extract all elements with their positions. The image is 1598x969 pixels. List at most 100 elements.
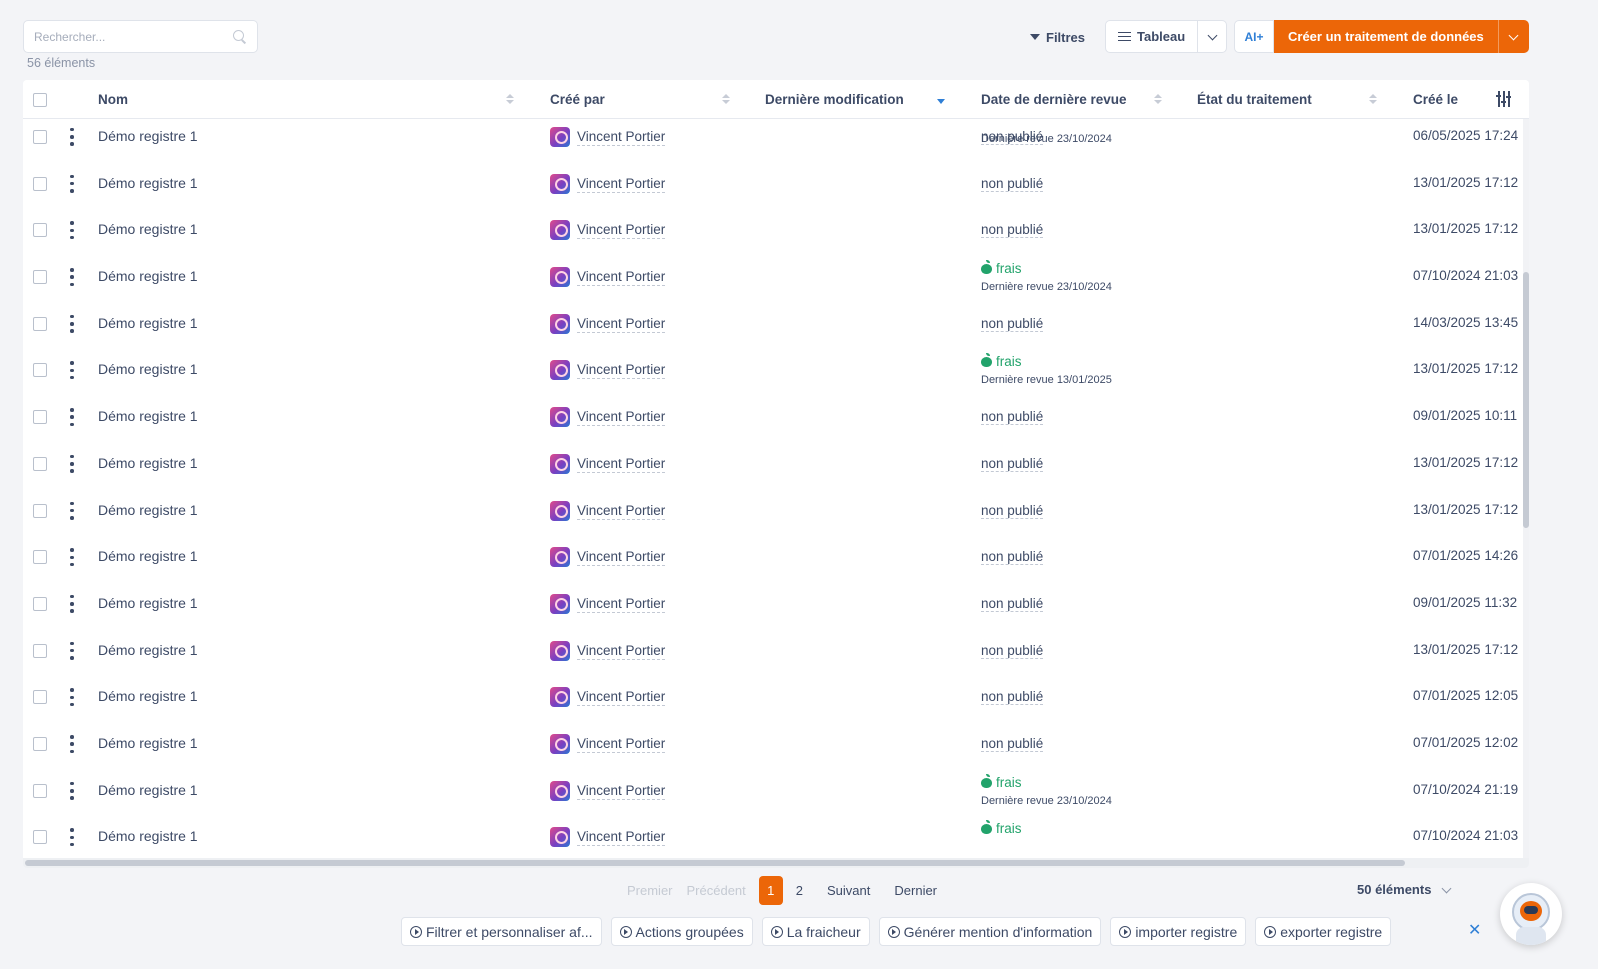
status-unpublished[interactable]: non publié (981, 455, 1044, 472)
user-name[interactable]: Vincent Portier (577, 595, 666, 613)
tour-freshness[interactable]: La fraicheur (761, 917, 870, 946)
row-checkbox[interactable] (33, 830, 47, 845)
view-selector[interactable]: Tableau (1105, 20, 1228, 53)
row-checkbox[interactable] (33, 223, 47, 238)
user-name[interactable]: Vincent Portier (577, 688, 666, 707)
page-last[interactable]: Dernier (887, 883, 944, 898)
page-size-select[interactable]: 50 éléments (1357, 882, 1452, 897)
row-checkbox[interactable] (33, 456, 47, 471)
row-name[interactable]: Démo registre 1 (98, 361, 198, 377)
close-icon[interactable]: ✕ (1468, 920, 1481, 940)
status-unpublished[interactable]: non publié (981, 689, 1044, 706)
status-fresh[interactable]: frais (981, 773, 1112, 791)
row-created-by[interactable]: Vincent Portier (550, 780, 666, 801)
row-checkbox[interactable] (33, 363, 47, 378)
view-dropdown-button[interactable] (1198, 21, 1226, 52)
table-row[interactable]: Démo registre 1 Vincent Portier non publié… (23, 394, 1523, 441)
row-name[interactable]: Démo registre 1 (98, 221, 198, 237)
status-unpublished[interactable]: non publié (981, 595, 1044, 612)
horizontal-scrollbar-thumb[interactable] (25, 860, 1405, 866)
row-name[interactable]: Démo registre 1 (98, 595, 198, 611)
row-menu-icon[interactable] (70, 221, 74, 240)
create-group[interactable]: Créer un traitement de données (1274, 20, 1529, 53)
sort-icon[interactable] (506, 94, 514, 105)
page-2[interactable]: 2 (789, 883, 810, 898)
table-row[interactable]: Démo registre 1 Vincent Portier non publié… (23, 487, 1523, 534)
row-checkbox[interactable] (33, 129, 47, 144)
table-row[interactable]: Démo registre 1 Vincent Portier frais Derni… (23, 254, 1523, 301)
column-settings-icon[interactable] (1496, 91, 1511, 107)
row-checkbox[interactable] (33, 176, 47, 191)
tour-export-register[interactable]: exporter registre (1255, 917, 1392, 946)
row-name[interactable]: Démo registre 1 (98, 455, 198, 471)
row-select-cell[interactable] (33, 783, 47, 798)
table-row[interactable]: Démo registre 1 Vincent Portier frais Derni… (23, 347, 1523, 394)
column-header-created-by[interactable]: Créé par (550, 80, 605, 119)
table-row[interactable]: Démo registre 1 Vincent Portier non publié… (23, 674, 1523, 721)
row-created-by[interactable]: Vincent Portier (550, 407, 666, 428)
column-header-created-on[interactable]: Créé le (1413, 80, 1458, 119)
table-row[interactable]: Démo registre 1 Vincent Portier non publié… (23, 721, 1523, 768)
row-checkbox[interactable] (33, 643, 47, 658)
row-menu-icon[interactable] (70, 314, 74, 333)
row-select-cell[interactable] (33, 550, 47, 565)
vertical-scrollbar-thumb[interactable] (1523, 272, 1529, 528)
status-unpublished[interactable]: non publié (981, 502, 1044, 519)
row-checkbox[interactable] (33, 737, 47, 752)
page-first[interactable]: Premier (620, 883, 680, 898)
row-select-cell[interactable] (33, 410, 47, 425)
row-name[interactable]: Démo registre 1 (98, 408, 198, 424)
row-name[interactable]: Démo registre 1 (98, 128, 198, 144)
assistant-avatar[interactable] (1500, 883, 1562, 945)
column-header-state[interactable]: État du traitement (1197, 80, 1312, 119)
row-checkbox[interactable] (33, 690, 47, 705)
status-unpublished[interactable]: non publié (981, 175, 1044, 192)
sort-icon[interactable] (1154, 94, 1162, 105)
row-menu-icon[interactable] (70, 735, 74, 754)
row-created-by[interactable]: Vincent Portier (550, 500, 666, 521)
row-name[interactable]: Démo registre 1 (98, 502, 198, 518)
tour-import-register[interactable]: importer registre (1110, 917, 1247, 946)
row-created-by[interactable]: Vincent Portier (550, 547, 666, 568)
row-checkbox[interactable] (33, 410, 47, 425)
row-menu-icon[interactable] (70, 361, 74, 380)
user-name[interactable]: Vincent Portier (577, 828, 666, 847)
row-created-by[interactable]: Vincent Portier (550, 126, 666, 147)
search-box[interactable] (23, 20, 258, 53)
row-name[interactable]: Démo registre 1 (98, 688, 198, 704)
sort-icon[interactable] (722, 94, 730, 105)
user-name[interactable]: Vincent Portier (577, 315, 666, 333)
row-checkbox[interactable] (33, 550, 47, 565)
row-menu-icon[interactable] (70, 174, 74, 193)
row-menu-icon[interactable] (70, 408, 74, 427)
vertical-scrollbar[interactable] (1523, 119, 1529, 862)
status-unpublished[interactable]: non publié (981, 549, 1044, 566)
search-input[interactable] (34, 29, 233, 44)
user-name[interactable]: Vincent Portier (577, 642, 666, 660)
ai-button[interactable]: AI+ (1234, 20, 1274, 53)
status-fresh[interactable]: frais (981, 353, 1112, 370)
row-menu-icon[interactable] (70, 127, 74, 146)
row-select-cell[interactable] (33, 176, 47, 191)
table-row[interactable]: Démo registre 1 Vincent Portier non publié… (23, 300, 1523, 347)
row-name[interactable]: Démo registre 1 (98, 735, 198, 751)
status-unpublished[interactable]: non publié (981, 315, 1044, 332)
row-select-cell[interactable] (33, 223, 47, 238)
row-checkbox[interactable] (33, 503, 47, 518)
status-unpublished[interactable]: non publié (981, 409, 1044, 426)
row-select-cell[interactable] (33, 643, 47, 658)
table-row[interactable]: Démo registre 1 Vincent Portier non publié… (23, 534, 1523, 581)
row-checkbox[interactable] (33, 316, 47, 331)
table-row[interactable]: Démo registre 1 Vincent Portier non publié… (23, 207, 1523, 254)
user-name[interactable]: Vincent Portier (577, 361, 666, 380)
row-created-by[interactable]: Vincent Portier (550, 267, 666, 288)
user-name[interactable]: Vincent Portier (577, 455, 666, 473)
table-row[interactable]: Démo registre 1 Vincent Portier non publié… (23, 581, 1523, 628)
row-name[interactable]: Démo registre 1 (98, 175, 198, 191)
column-header-name[interactable]: Nom (98, 80, 128, 119)
tour-filter-customize[interactable]: Filtrer et personnaliser af... (401, 917, 602, 946)
row-select-cell[interactable] (33, 830, 47, 845)
table-row[interactable]: Démo registre 1 Vincent Portier non publié… (23, 114, 1523, 161)
user-name[interactable]: Vincent Portier (577, 735, 666, 754)
row-name[interactable]: Démo registre 1 (98, 315, 198, 331)
